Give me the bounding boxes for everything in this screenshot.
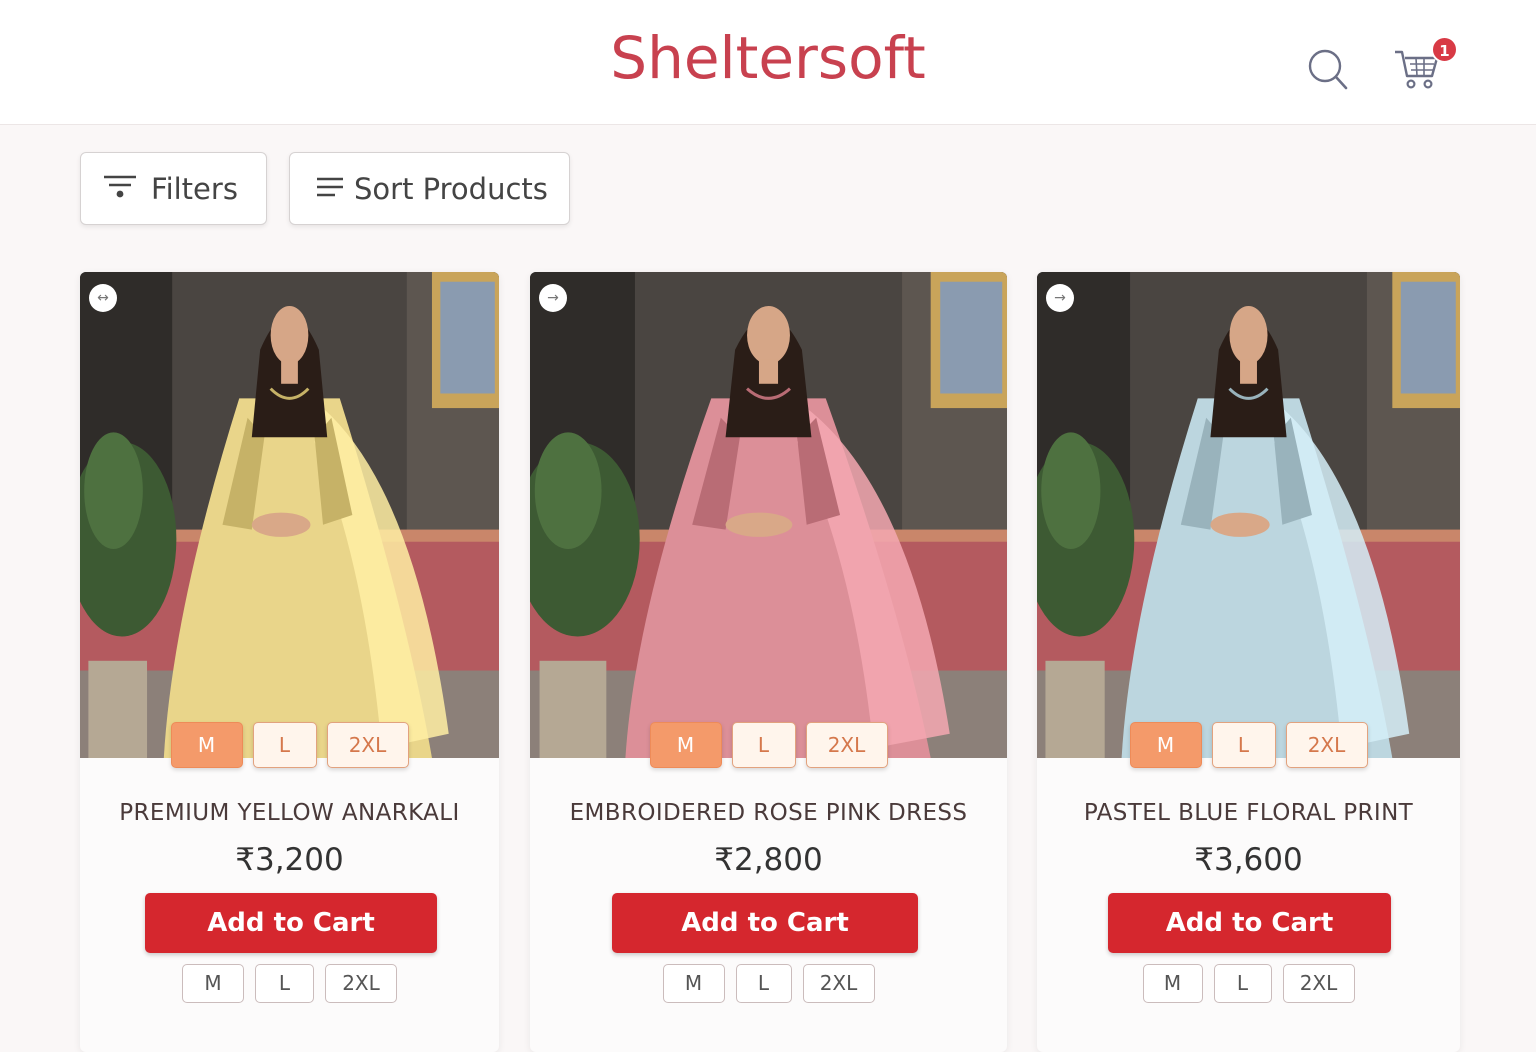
sort-products-label: Sort Products (354, 171, 548, 206)
filter-icon (103, 174, 137, 204)
sort-lines-icon (316, 176, 344, 202)
size-chip-2xl[interactable]: 2XL (1285, 722, 1368, 768)
product-image[interactable] (80, 272, 499, 758)
filters-button[interactable]: Filters (80, 152, 267, 225)
size-selector: M L 2XL (530, 722, 1007, 768)
product-card[interactable]: → M L 2XL PASTEL BLUE FLORAL PRINT ₹3,60… (1037, 272, 1460, 1052)
size-option-m[interactable]: M (1142, 964, 1203, 1003)
product-price: ₹2,800 (714, 842, 823, 878)
product-title[interactable]: EMBROIDERED ROSE PINK DRESS (530, 800, 1007, 826)
product-price: ₹3,600 (1194, 842, 1303, 878)
size-option-2xl[interactable]: 2XL (802, 964, 875, 1003)
size-options: M L 2XL (1037, 964, 1460, 1003)
size-selector: M L 2XL (1037, 722, 1460, 768)
image-nav-arrow-icon[interactable]: ↔ (89, 284, 117, 312)
product-photo (80, 272, 499, 758)
filters-label: Filters (151, 171, 238, 206)
product-photo (530, 272, 1007, 758)
size-option-2xl[interactable]: 2XL (325, 964, 397, 1003)
size-chip-m[interactable]: M (170, 722, 243, 768)
product-price: ₹3,200 (235, 842, 344, 878)
product-image[interactable] (1037, 272, 1460, 758)
cart-count-badge: 1 (1431, 36, 1458, 63)
sort-products-button[interactable]: Sort Products (289, 152, 570, 225)
product-image[interactable] (530, 272, 1007, 758)
site-header: Sheltersoft 1 (0, 0, 1536, 125)
product-photo (1037, 272, 1460, 758)
size-chip-l[interactable]: L (252, 722, 317, 768)
size-chip-2xl[interactable]: 2XL (805, 722, 888, 768)
product-card[interactable]: → M L 2XL EMBROIDERED ROSE PINK DRESS ₹2… (530, 272, 1007, 1052)
size-option-l[interactable]: L (255, 964, 314, 1003)
size-selector: M L 2XL (80, 722, 499, 768)
size-option-m[interactable]: M (662, 964, 725, 1003)
size-options: M L 2XL (80, 964, 499, 1003)
size-chip-m[interactable]: M (1129, 722, 1202, 768)
size-options: M L 2XL (530, 964, 1007, 1003)
add-to-cart-button[interactable]: Add to Cart (612, 893, 918, 953)
size-chip-l[interactable]: L (731, 722, 796, 768)
size-option-m[interactable]: M (182, 964, 244, 1003)
image-nav-arrow-icon[interactable]: → (1046, 284, 1074, 312)
size-option-l[interactable]: L (1213, 964, 1272, 1003)
add-to-cart-button[interactable]: Add to Cart (145, 893, 437, 953)
search-icon[interactable] (1306, 46, 1350, 92)
image-nav-arrow-icon[interactable]: → (539, 284, 567, 312)
add-to-cart-button[interactable]: Add to Cart (1108, 893, 1391, 953)
product-card[interactable]: ↔ M L 2XL PREMIUM YELLOW ANARKALI ₹3,200… (80, 272, 499, 1052)
size-option-l[interactable]: L (735, 964, 792, 1003)
product-title[interactable]: PREMIUM YELLOW ANARKALI (80, 800, 499, 826)
size-chip-l[interactable]: L (1211, 722, 1276, 768)
size-chip-2xl[interactable]: 2XL (326, 722, 409, 768)
size-option-2xl[interactable]: 2XL (1282, 964, 1355, 1003)
size-chip-m[interactable]: M (649, 722, 722, 768)
product-title[interactable]: PASTEL BLUE FLORAL PRINT (1037, 800, 1460, 826)
